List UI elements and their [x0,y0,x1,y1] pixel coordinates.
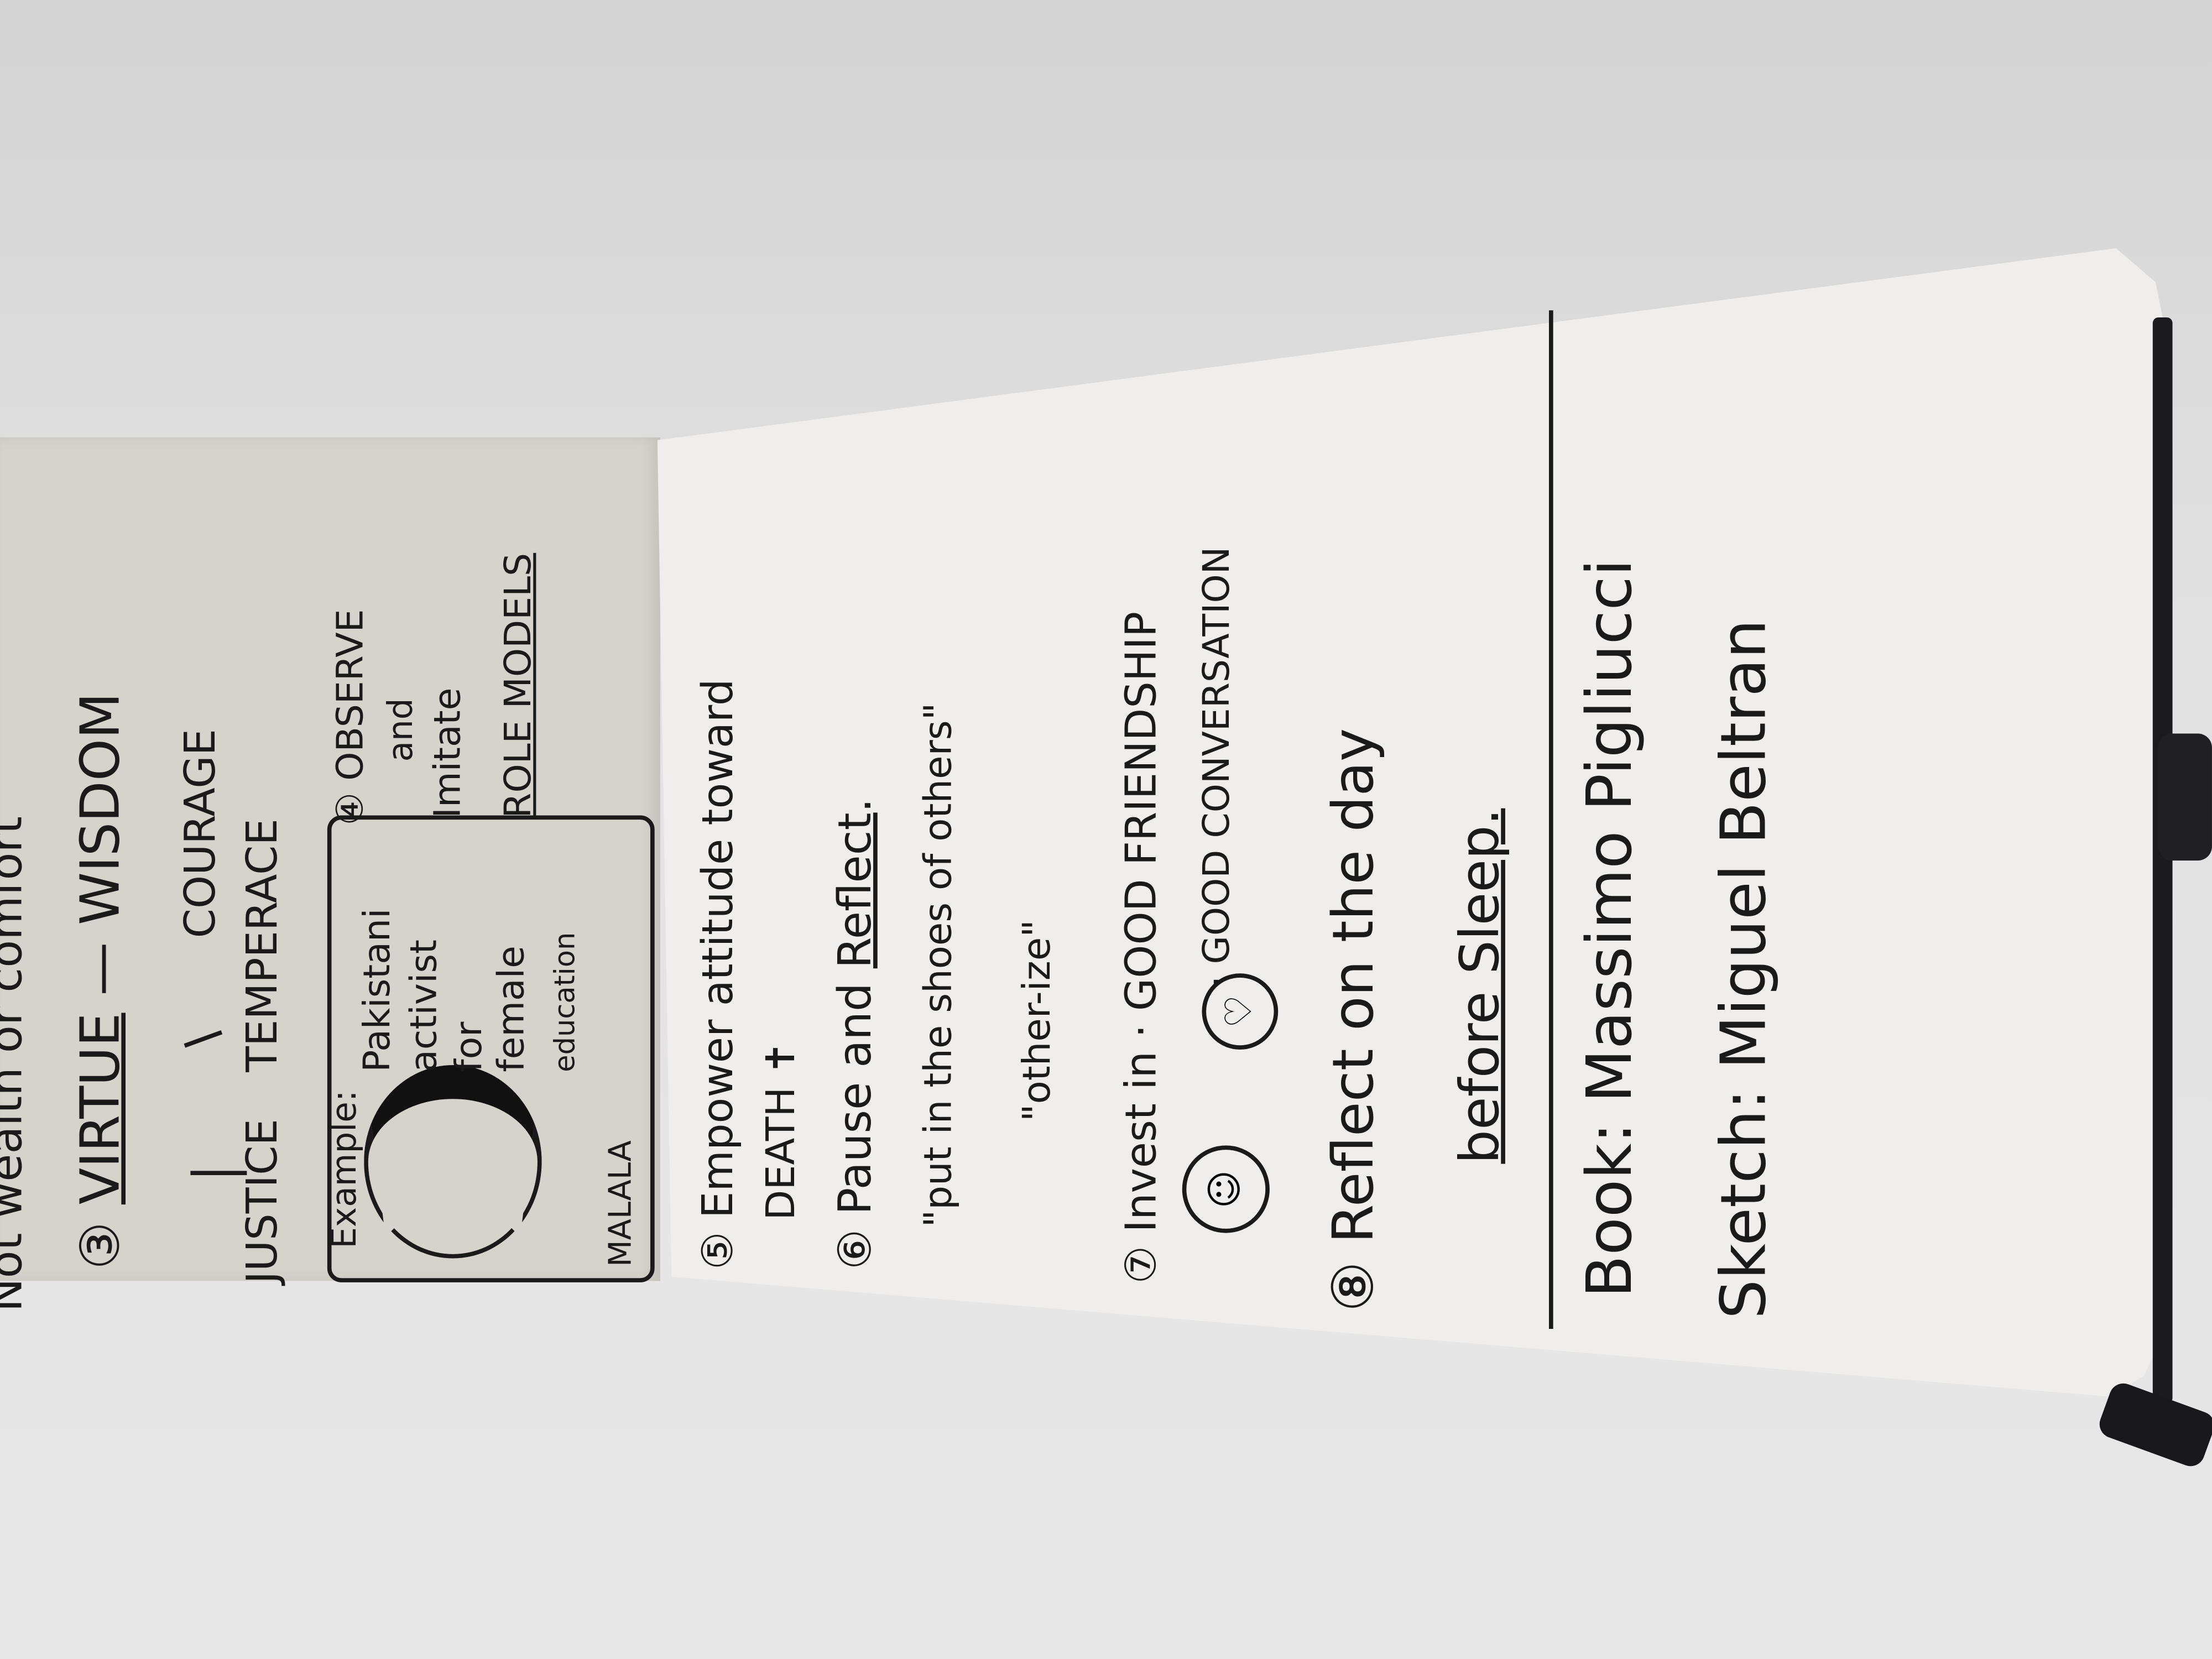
item-6: ⑥ Pause and Reflect. [828,798,881,1269]
wisdom-label: — WISDOM [69,692,132,996]
justice-label: JUSTICE [238,1119,288,1284]
top-line: Not wealth or comfort [0,816,33,1312]
temperance-label: TEMPERACE [238,818,288,1072]
virtue-label: VIRTUE [69,1013,132,1205]
item-5-cont: DEATH ✝ [757,1041,805,1220]
observe-line: ④ OBSERVE [330,609,373,825]
sketch-credit: Sketch: Miguel Beltran [1708,619,1781,1319]
malala-portrait [364,1065,542,1259]
book-credit: Book: Massimo Pigliucci [1574,559,1647,1298]
example-line: Pakistani [357,908,399,1072]
item-8: ⑧ Reflect on the day [1322,728,1387,1312]
example-name: MALALA [603,1140,639,1267]
heart-bubble-icon: ♡ [1202,973,1279,1050]
divider-line [1548,310,1553,1329]
item-6-prefix: ⑥ Pause and [828,968,882,1270]
item-6-reflect: Reflect [828,812,882,969]
observe-number: ④ [330,792,373,826]
observe-line: and [380,698,421,762]
example-line: education [547,932,582,1072]
example-label: Example: [324,1090,364,1249]
quote-shoes: "put in the shoes of others" [917,702,961,1228]
branch-line [190,1171,247,1175]
item-8-cont: before Sleep. [1448,808,1511,1164]
elastic-strap [2158,733,2212,861]
item-7-cont: · GOOD CONVERSATION [1196,546,1239,988]
role-models-label: ROLE MODELS [498,552,541,818]
notebook-binding [2152,317,2173,1404]
example-line: for [448,1021,491,1072]
item-7: ⑦ Invest in · GOOD FRIENDSHIP [1117,611,1167,1284]
virtue-number: ③ [69,1221,132,1270]
example-line: activist [403,939,446,1072]
observe-line: Imitate [427,687,470,818]
example-line: female [491,946,534,1072]
virtue-heading: ③ VIRTUE — WISDOM [69,692,131,1270]
courage-label: COURAGE [176,728,226,938]
item-5: ⑤ Empower attitude toward [694,679,744,1270]
smiley-bubble-icon: ☺ [1182,1145,1270,1233]
notebook-photo: Not wealth or comfort ③ VIRTUE — WISDOM … [0,0,2212,1659]
item-6-suffix: . [828,798,882,813]
quote-otherize: "other-ize" [1015,920,1060,1122]
observe-label: OBSERVE [330,609,373,781]
